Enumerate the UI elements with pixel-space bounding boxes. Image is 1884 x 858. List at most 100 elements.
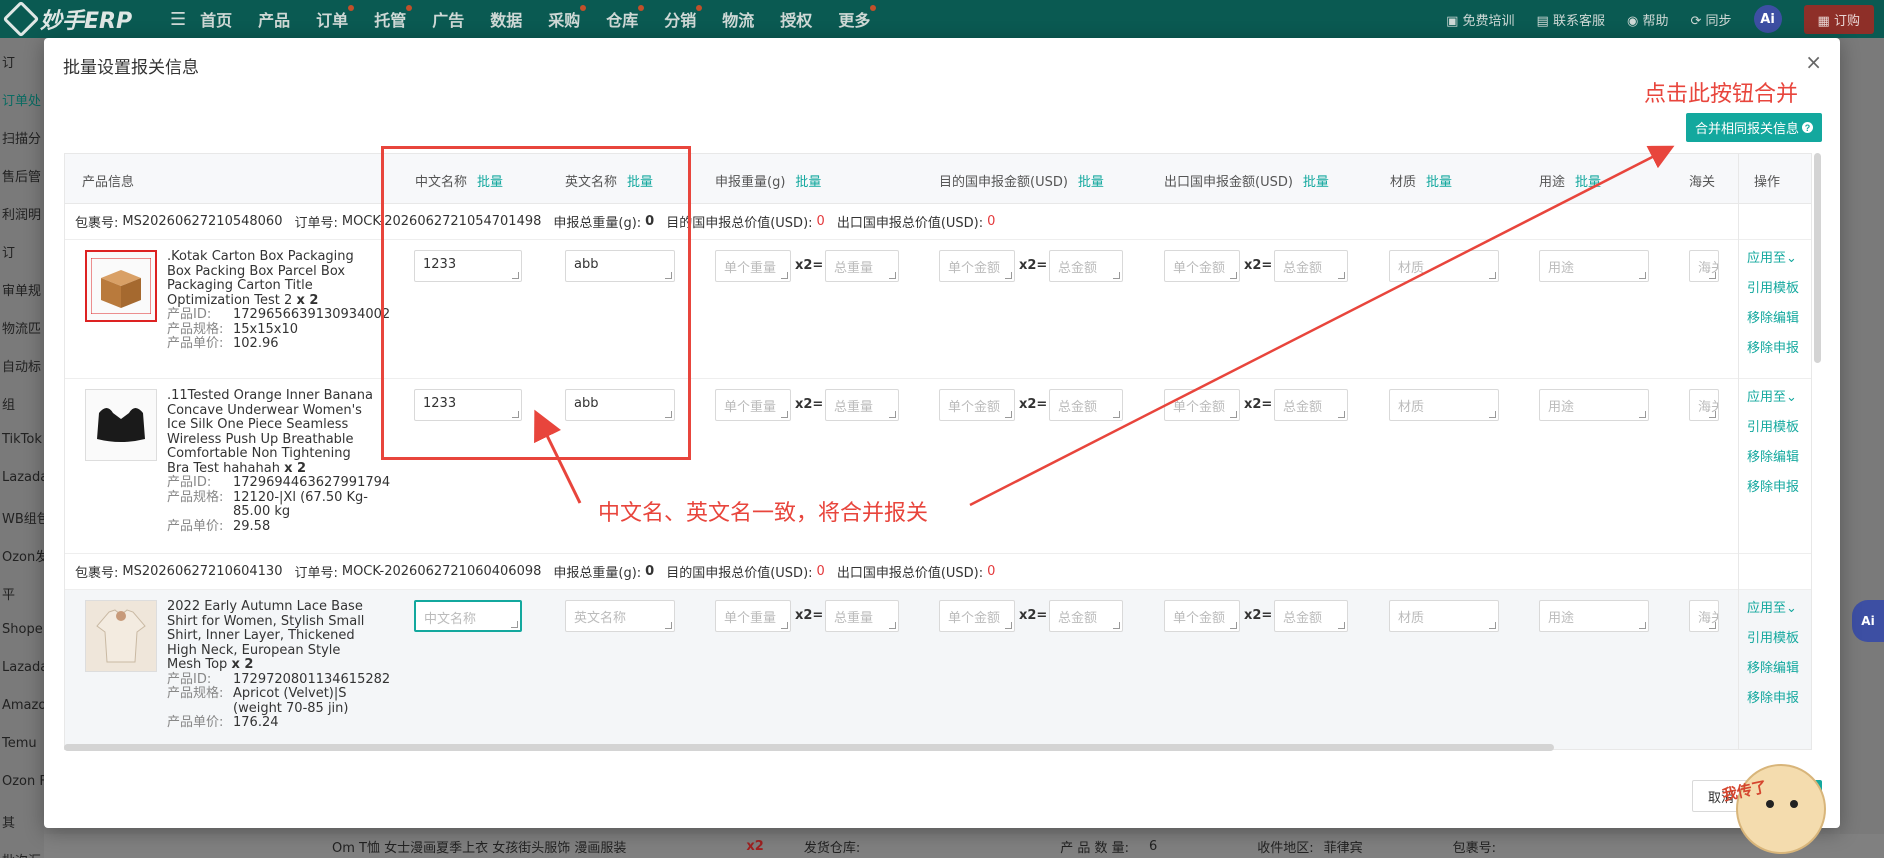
apply-to-dropdown[interactable]: 应用至⌄ bbox=[1747, 594, 1799, 624]
merge-same-customs-button[interactable]: 合并相同报关信息 ? bbox=[1686, 113, 1822, 142]
sidebar-item[interactable]: 订单处 bbox=[2, 90, 41, 109]
sidebar-item[interactable]: TikTok bbox=[2, 432, 42, 447]
remove-edit-link[interactable]: 移除编辑 bbox=[1747, 304, 1799, 334]
sidebar-item[interactable]: 批次汇 bbox=[2, 850, 41, 858]
export-total-amount-input[interactable]: 总金额 bbox=[1274, 389, 1348, 421]
sidebar-item[interactable]: Ozon发 bbox=[2, 546, 44, 565]
training-link[interactable]: ▣ 免费培训 bbox=[1446, 10, 1514, 29]
sidebar-item[interactable]: 利润明 bbox=[2, 204, 41, 223]
cn-name-input[interactable]: 1233 bbox=[414, 389, 522, 421]
remove-edit-link[interactable]: 移除编辑 bbox=[1747, 443, 1799, 473]
export-unit-amount-input[interactable]: 单个金额 bbox=[1164, 600, 1240, 632]
sidebar-item[interactable]: WB组包 bbox=[2, 508, 44, 527]
nav-auth[interactable]: 授权 bbox=[780, 7, 812, 31]
dest-total-amount-input[interactable]: 总金额 bbox=[1049, 389, 1123, 421]
nav-purchase[interactable]: 采购 bbox=[548, 5, 587, 31]
en-name-input[interactable]: abb bbox=[565, 250, 675, 282]
nav-warehouse[interactable]: 仓库 bbox=[606, 5, 645, 31]
sidebar-item[interactable]: 其 bbox=[2, 812, 15, 831]
product-image[interactable] bbox=[85, 250, 157, 322]
batch-material-link[interactable]: 批量 bbox=[1426, 175, 1452, 190]
horizontal-scrollbar[interactable] bbox=[64, 744, 1554, 751]
product-title[interactable]: .11Tested Orange Inner Banana Concave Un… bbox=[167, 388, 373, 476]
batch-weight-link[interactable]: 批量 bbox=[795, 175, 821, 190]
customs-input[interactable]: 海关 bbox=[1689, 250, 1719, 282]
vertical-scrollbar[interactable] bbox=[1814, 153, 1821, 363]
use-template-link[interactable]: 引用模板 bbox=[1747, 624, 1799, 654]
usage-input[interactable]: 用途 bbox=[1539, 389, 1649, 421]
total-weight-input[interactable]: 总重量 bbox=[825, 250, 899, 282]
batch-dest-amount-link[interactable]: 批量 bbox=[1078, 175, 1104, 190]
usage-input[interactable]: 用途 bbox=[1539, 250, 1649, 282]
product-image[interactable] bbox=[85, 600, 157, 672]
export-total-amount-input[interactable]: 总金额 bbox=[1274, 600, 1348, 632]
material-input[interactable]: 材质 bbox=[1389, 250, 1499, 282]
material-input[interactable]: 材质 bbox=[1389, 389, 1499, 421]
nav-hosting[interactable]: 托管 bbox=[374, 5, 413, 31]
dest-total-amount-input[interactable]: 总金额 bbox=[1049, 250, 1123, 282]
remove-declare-link[interactable]: 移除申报 bbox=[1747, 334, 1799, 364]
nav-products[interactable]: 产品 bbox=[258, 7, 290, 31]
cn-name-input[interactable]: 1233 bbox=[414, 250, 522, 282]
sidebar-item[interactable]: 扫描分 bbox=[2, 128, 41, 147]
dest-unit-amount-input[interactable]: 单个金额 bbox=[939, 250, 1015, 282]
product-title[interactable]: 2022 Early Autumn Lace Base Shirt for Wo… bbox=[167, 599, 364, 672]
menu-icon[interactable]: ☰ bbox=[170, 9, 186, 30]
dest-unit-amount-input[interactable]: 单个金额 bbox=[939, 600, 1015, 632]
unit-weight-input[interactable]: 单个重量 bbox=[715, 389, 791, 421]
apply-to-dropdown[interactable]: 应用至⌄ bbox=[1747, 244, 1799, 274]
sidebar-item[interactable]: Amazo bbox=[2, 698, 44, 713]
unit-weight-input[interactable]: 单个重量 bbox=[715, 250, 791, 282]
customs-input[interactable]: 海关 bbox=[1689, 389, 1719, 421]
nav-home[interactable]: 首页 bbox=[200, 7, 232, 31]
batch-cn-name-link[interactable]: 批量 bbox=[477, 175, 503, 190]
remove-declare-link[interactable]: 移除申报 bbox=[1747, 473, 1799, 503]
cn-name-input[interactable]: 中文名称 bbox=[414, 600, 522, 632]
remove-edit-link[interactable]: 移除编辑 bbox=[1747, 654, 1799, 684]
dest-unit-amount-input[interactable]: 单个金额 bbox=[939, 389, 1015, 421]
sidebar-item[interactable]: 审单规 bbox=[2, 280, 41, 299]
ai-assistant-button[interactable]: Ai bbox=[1753, 5, 1782, 33]
sidebar-item[interactable]: Lazada bbox=[2, 470, 44, 485]
use-template-link[interactable]: 引用模板 bbox=[1747, 274, 1799, 304]
support-link[interactable]: ▤ 联系客服 bbox=[1537, 10, 1605, 29]
batch-usage-link[interactable]: 批量 bbox=[1575, 175, 1601, 190]
sidebar-item[interactable]: 自动标 bbox=[2, 356, 41, 375]
customs-input[interactable]: 海关 bbox=[1689, 600, 1719, 632]
ai-float-button[interactable]: Ai bbox=[1852, 600, 1884, 642]
sidebar-item[interactable]: 物流匹 bbox=[2, 318, 41, 337]
product-image[interactable] bbox=[85, 389, 157, 461]
sidebar-item[interactable]: Shope bbox=[2, 622, 43, 637]
order-button[interactable]: ▦ 订购 bbox=[1803, 4, 1874, 34]
remove-declare-link[interactable]: 移除申报 bbox=[1747, 684, 1799, 714]
nav-logistics[interactable]: 物流 bbox=[722, 7, 754, 31]
help-link[interactable]: ◉ 帮助 bbox=[1627, 10, 1669, 29]
close-icon[interactable]: × bbox=[1805, 50, 1822, 74]
dest-total-amount-input[interactable]: 总金额 bbox=[1049, 600, 1123, 632]
export-unit-amount-input[interactable]: 单个金额 bbox=[1164, 389, 1240, 421]
apply-to-dropdown[interactable]: 应用至⌄ bbox=[1747, 383, 1799, 413]
sync-link[interactable]: ⟳ 同步 bbox=[1690, 10, 1731, 29]
sidebar-item[interactable]: 订 bbox=[2, 52, 15, 71]
help-icon[interactable]: ? bbox=[1802, 122, 1813, 133]
sidebar-item[interactable]: Lazada bbox=[2, 660, 44, 675]
material-input[interactable]: 材质 bbox=[1389, 600, 1499, 632]
export-unit-amount-input[interactable]: 单个金额 bbox=[1164, 250, 1240, 282]
sidebar-item[interactable]: 组 bbox=[2, 394, 15, 413]
nav-ads[interactable]: 广告 bbox=[432, 7, 464, 31]
nav-distribution[interactable]: 分销 bbox=[664, 5, 703, 31]
app-logo[interactable]: 妙手ERP bbox=[0, 0, 170, 38]
product-title[interactable]: .Kotak Carton Box Packaging Box Packing … bbox=[167, 249, 354, 308]
nav-more[interactable]: 更多 bbox=[838, 5, 877, 31]
nav-orders[interactable]: 订单 bbox=[316, 5, 355, 31]
batch-en-name-link[interactable]: 批量 bbox=[627, 175, 653, 190]
usage-input[interactable]: 用途 bbox=[1539, 600, 1649, 632]
sidebar-item[interactable]: Temu bbox=[2, 736, 37, 751]
en-name-input[interactable]: 英文名称 bbox=[565, 600, 675, 632]
unit-weight-input[interactable]: 单个重量 bbox=[715, 600, 791, 632]
use-template-link[interactable]: 引用模板 bbox=[1747, 413, 1799, 443]
sidebar-item[interactable]: 售后管 bbox=[2, 166, 41, 185]
sidebar-item[interactable]: 平 bbox=[2, 584, 15, 603]
sidebar-item[interactable]: 订 bbox=[2, 242, 15, 261]
total-weight-input[interactable]: 总重量 bbox=[825, 389, 899, 421]
